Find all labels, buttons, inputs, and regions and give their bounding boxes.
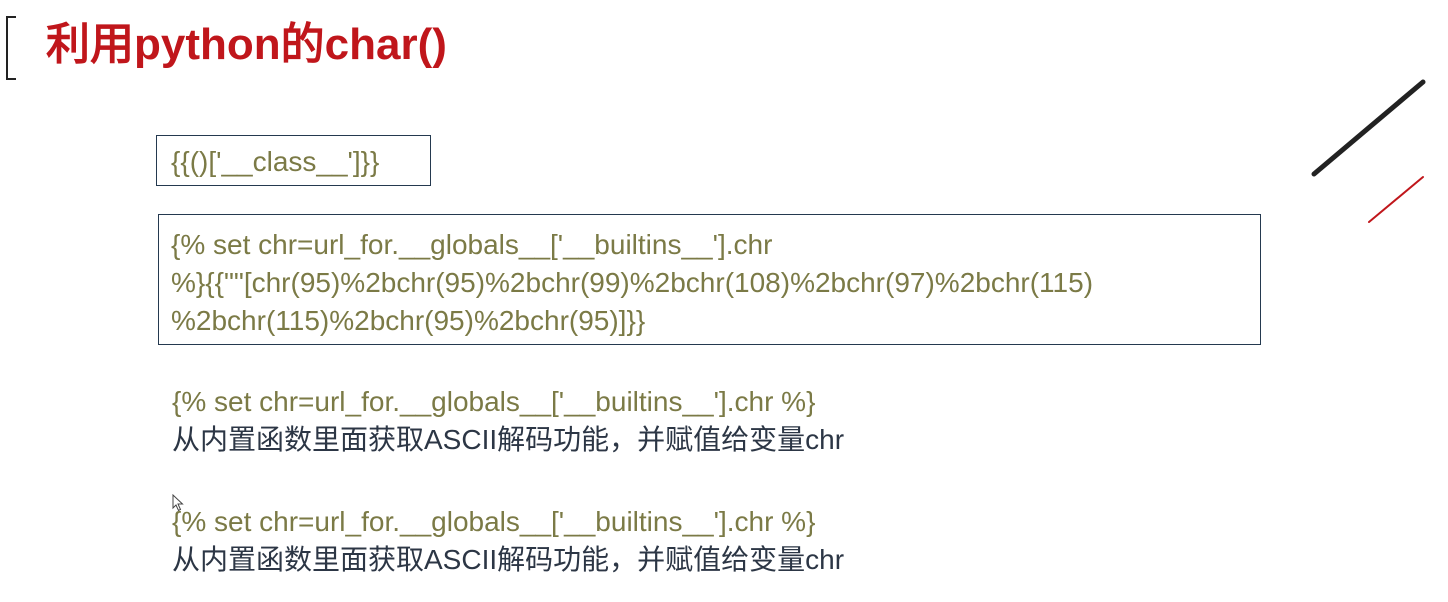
note-description: 从内置函数里面获取ASCII解码功能，并赋值给变量chr <box>172 424 845 455</box>
deco-line-dark <box>1311 79 1426 177</box>
title-bracket <box>6 16 16 80</box>
code-box-class-text: {{()['__class__']}} <box>171 146 380 177</box>
note-block: {% set chr=url_for.__globals__['__builti… <box>172 503 844 579</box>
note-description: 从内置函数里面获取ASCII解码功能，并赋值给变量chr <box>172 544 845 575</box>
deco-line-red <box>1368 176 1424 223</box>
code-line: %2bchr(115)%2bchr(95)%2bchr(95)]}} <box>171 305 646 336</box>
code-line: {% set chr=url_for.__globals__['__builti… <box>171 229 773 260</box>
mouse-pointer-icon <box>172 494 184 512</box>
note-code: {% set chr=url_for.__globals__['__builti… <box>172 386 816 417</box>
note-code: {% set chr=url_for.__globals__['__builti… <box>172 506 816 537</box>
code-line: %}{{""[chr(95)%2bchr(95)%2bchr(99)%2bchr… <box>171 267 1094 298</box>
code-box-class: {{()['__class__']}} <box>156 135 431 186</box>
code-box-chr-payload: {% set chr=url_for.__globals__['__builti… <box>158 214 1261 345</box>
note-block: {% set chr=url_for.__globals__['__builti… <box>172 383 844 459</box>
decorative-lines <box>1311 79 1426 223</box>
slide-title: 利用python的char() <box>46 20 447 69</box>
